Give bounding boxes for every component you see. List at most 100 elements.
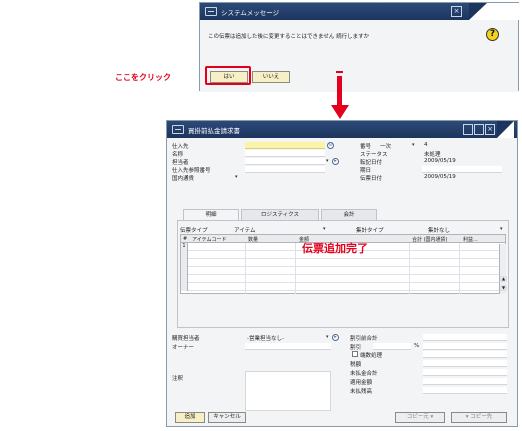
yes-button-highlight [205, 66, 251, 85]
choose-from-list-icon[interactable]: ⊝ [327, 142, 334, 149]
table-row[interactable] [181, 259, 505, 267]
contact-label: 担当者 [172, 160, 189, 166]
doc-type-select[interactable]: アイテム [234, 226, 255, 234]
click-here-annotation: ここをクリック [115, 73, 171, 82]
doc-type-label: 伝票タイプ [180, 228, 208, 234]
copy-to-button[interactable]: ▾ コピー先 [451, 412, 507, 423]
down-arrow-icon [331, 105, 349, 119]
copy-from-button[interactable]: コピー元 ▾ [395, 412, 445, 423]
copy-to-label: コピー先 [470, 414, 493, 420]
scroll-down-icon[interactable]: ▼ [500, 285, 507, 291]
number-label: 番号 [360, 144, 372, 150]
chevron-down-icon[interactable]: ▾ [326, 158, 329, 164]
buyer-link-icon[interactable]: ▸ [332, 334, 339, 341]
chevron-down-icon[interactable]: ▾ [500, 226, 503, 232]
posting-date-value[interactable]: 2009/05/19 [424, 158, 456, 164]
owner-field[interactable] [245, 343, 331, 350]
discount-percent-field[interactable] [373, 343, 411, 350]
arrow-tick [336, 71, 343, 73]
copy-from-label: コピー元 [406, 414, 429, 420]
window-body: 仕入先 ⊝ 名称 担当者 ▾ ▸ 仕入先参照番号 国内通貨 ▾ 番号 一次 ▾ … [167, 138, 517, 426]
owner-label: オーナー [172, 345, 195, 351]
discount-amount-field [423, 343, 507, 350]
col-profit[interactable]: 利益... [463, 236, 478, 243]
currency-select[interactable]: 国内通貨 [172, 174, 194, 182]
number-value[interactable]: 4 [424, 142, 428, 148]
dialog-message: この伝票は追加した後に変更することはできません 続行しますか [208, 34, 370, 40]
title-bar-corner [469, 3, 487, 20]
tax-label: 税額 [350, 362, 362, 368]
summary-type-select[interactable]: 集計なし [428, 226, 450, 234]
buyer-label: 購買担当者 [172, 336, 200, 342]
table-row[interactable] [181, 267, 505, 275]
column-divider [245, 243, 246, 294]
chevron-down-icon: ▾ [430, 414, 434, 420]
chevron-down-icon[interactable]: ▾ [323, 226, 326, 232]
contact-link-icon[interactable]: ▸ [332, 158, 339, 165]
series-select[interactable]: 一次 [380, 142, 391, 150]
scroll-up-icon[interactable]: ▲ [500, 276, 507, 282]
tab-accounting[interactable]: 会計 [321, 209, 377, 220]
col-quantity[interactable]: 数量 [248, 236, 258, 243]
window-title-bar: 買掛前払金請求書 × [167, 121, 517, 138]
document-date-label: 伝票日付 [360, 176, 383, 182]
total-before-discount-field [423, 334, 507, 341]
total-before-discount-label: 割引前合計 [350, 336, 378, 342]
window-icon [205, 7, 217, 16]
tab-logistics[interactable]: ロジスティクス [241, 209, 319, 220]
close-icon[interactable]: × [451, 6, 462, 17]
summary-type-label: 集計タイプ [356, 228, 384, 234]
total-due-label: 未払金合計 [350, 371, 378, 377]
col-total-local[interactable]: 合計 (国内通貨) [412, 236, 448, 243]
row-number [181, 283, 188, 291]
name-field[interactable] [245, 150, 325, 157]
minimize-icon[interactable] [463, 124, 473, 135]
cancel-button[interactable]: キャンセル [208, 412, 246, 423]
title-bar-corner [497, 121, 514, 138]
title-bar-corner-fill [487, 3, 520, 20]
vendor-ref-field[interactable] [245, 166, 325, 173]
chevron-down-icon[interactable]: ▾ [326, 334, 329, 340]
row-number: 1 [181, 243, 188, 251]
contact-field[interactable] [245, 158, 325, 165]
col-row-number: # [183, 236, 188, 242]
due-date-field[interactable] [422, 166, 502, 173]
table-row[interactable] [181, 283, 505, 291]
table-row[interactable] [181, 275, 505, 283]
document-date-value[interactable]: 2009/05/19 [424, 174, 456, 180]
chevron-down-icon[interactable]: ▾ [412, 142, 415, 148]
row-number [181, 251, 188, 259]
col-item-code[interactable]: アイテムコード [192, 236, 227, 243]
window-title: 買掛前払金請求書 [188, 127, 240, 135]
percent-sign: % [414, 343, 420, 349]
status-label: ステータス [360, 152, 388, 158]
close-icon[interactable]: × [485, 124, 495, 135]
slip-added-annotation: 伝票追加完了 [302, 242, 368, 255]
vendor-label: 仕入先 [172, 144, 189, 150]
maximize-icon[interactable] [474, 124, 484, 135]
vendor-field[interactable] [245, 142, 325, 149]
ap-down-payment-invoice-window: 買掛前払金請求書 × 仕入先 ⊝ 名称 担当者 ▾ ▸ 仕入先参照番号 国内通貨… [166, 120, 518, 427]
applied-amount-label: 適用金額 [350, 380, 373, 386]
row-number [181, 267, 188, 275]
column-divider [295, 243, 296, 294]
row-number [181, 275, 188, 283]
add-button[interactable]: 追加 [175, 412, 205, 423]
applied-amount-field [423, 378, 507, 385]
no-button[interactable]: いいえ [252, 71, 290, 83]
column-divider [409, 243, 410, 294]
rounding-checkbox[interactable] [352, 351, 358, 357]
remarks-field[interactable] [245, 371, 331, 411]
buyer-select[interactable]: -営業担当なし- [247, 334, 284, 342]
posting-date-label: 転記日付 [360, 160, 383, 166]
status-value: 未処理 [424, 152, 441, 158]
question-icon: ? [486, 28, 499, 41]
tab-contents[interactable]: 明細 [183, 209, 239, 220]
rounding-field [423, 351, 507, 358]
column-divider [459, 243, 460, 294]
total-due-field [423, 369, 507, 376]
discount-label: 割引 [350, 345, 362, 351]
remarks-label: 注釈 [172, 376, 184, 382]
chevron-down-icon[interactable]: ▾ [235, 174, 238, 180]
grid-scrollbar[interactable]: ▲ ▼ [499, 244, 507, 294]
